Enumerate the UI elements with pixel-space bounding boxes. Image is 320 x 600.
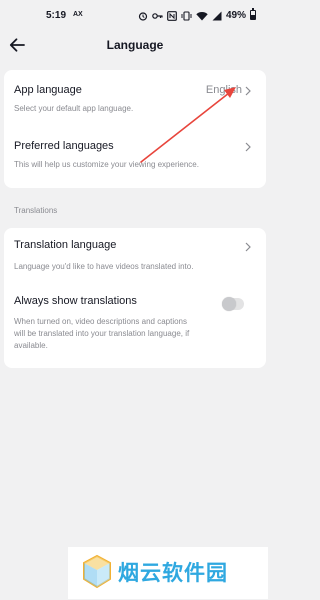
app-language-row[interactable]: App language English Select your default… xyxy=(4,70,266,126)
battery-icon xyxy=(250,8,256,20)
toggle-knob xyxy=(222,297,236,311)
signal-icon xyxy=(212,11,222,21)
always-show-translations-subtitle-line3: available. xyxy=(14,341,48,350)
nav-bar: Language xyxy=(0,30,270,60)
always-show-translations-toggle[interactable] xyxy=(222,297,244,311)
preferred-languages-row[interactable]: Preferred languages This will help us cu… xyxy=(4,126,266,182)
always-show-translations-subtitle-line2: will be translated into your translation… xyxy=(14,329,190,338)
chevron-right-icon xyxy=(245,86,251,96)
app-language-subtitle: Select your default app language. xyxy=(14,104,134,113)
watermark-text: 烟云软件园 xyxy=(118,562,228,585)
alarm-icon xyxy=(138,12,148,21)
status-bar: 5:19 AX 49% xyxy=(0,0,270,30)
section-label-translations: Translations xyxy=(14,206,58,215)
page-title: Language xyxy=(106,38,164,52)
preferred-languages-title: Preferred languages xyxy=(14,140,114,152)
wifi-icon xyxy=(196,12,208,21)
chevron-right-icon xyxy=(245,242,251,252)
app-language-value: English xyxy=(205,84,242,96)
nfc-icon xyxy=(167,11,177,21)
translation-language-subtitle: Language you'd like to have videos trans… xyxy=(14,262,194,271)
language-card: App language English Select your default… xyxy=(4,70,266,188)
watermark: 烟云软件园 xyxy=(68,547,268,599)
vibrate-icon xyxy=(181,11,192,21)
cube-logo-icon xyxy=(83,554,111,589)
status-time: 5:19 xyxy=(46,10,67,21)
status-icons xyxy=(138,9,222,23)
chevron-right-icon xyxy=(245,142,251,152)
always-show-translations-row: Always show translations When turned on,… xyxy=(4,282,266,368)
battery-fill xyxy=(251,15,255,19)
preferred-languages-subtitle: This will help us customize your viewing… xyxy=(14,160,199,169)
status-carrier: AX xyxy=(73,11,83,18)
translation-language-title: Translation language xyxy=(14,239,117,251)
translation-language-row[interactable]: Translation language Language you'd like… xyxy=(4,228,266,282)
always-show-translations-subtitle-line1: When turned on, video descriptions and c… xyxy=(14,317,187,326)
battery-percent: 49% xyxy=(226,10,247,21)
key-icon xyxy=(152,13,163,19)
always-show-translations-title: Always show translations xyxy=(14,295,137,307)
app-language-title: App language xyxy=(14,84,82,96)
translations-card: Translation language Language you'd like… xyxy=(4,228,266,368)
